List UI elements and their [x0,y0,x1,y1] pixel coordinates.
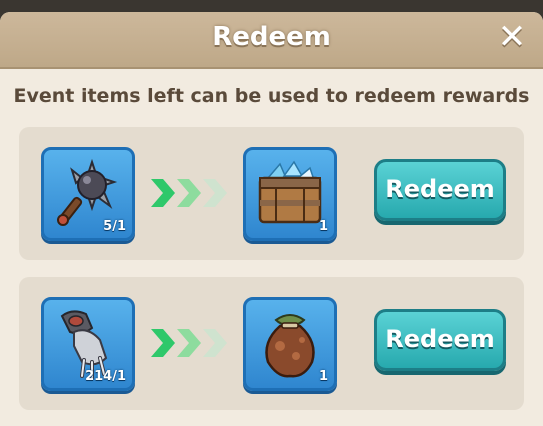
reward-item-count: 1 [318,219,328,234]
redeem-dialog: Redeem ✕ Event items left can be used to… [0,12,543,426]
arrows-icon [151,329,227,357]
source-item-slot[interactable]: 214/1 [41,297,135,391]
dialog-title: Redeem [212,22,331,52]
redeem-row: 5/1 1 Redeem [19,127,524,260]
reward-item-slot[interactable]: 1 [243,147,337,241]
arrows-icon [151,179,227,207]
reward-item-count: 1 [318,369,328,384]
loot-sack-icon [265,314,315,378]
source-item-count: 5/1 [103,219,126,234]
dialog-header: Redeem ✕ [0,12,543,69]
redeem-button[interactable]: Redeem [374,159,506,221]
dialog-description: Event items left can be used to redeem r… [13,85,530,107]
source-item-count: 214/1 [85,369,126,384]
redeem-row: 214/1 1 Redeem [19,277,524,410]
source-item-slot[interactable]: 5/1 [41,147,135,241]
reward-item-slot[interactable]: 1 [243,297,337,391]
close-icon[interactable]: ✕ [497,20,527,54]
treasure-chest-icon [258,160,322,224]
redeem-button[interactable]: Redeem [374,309,506,371]
